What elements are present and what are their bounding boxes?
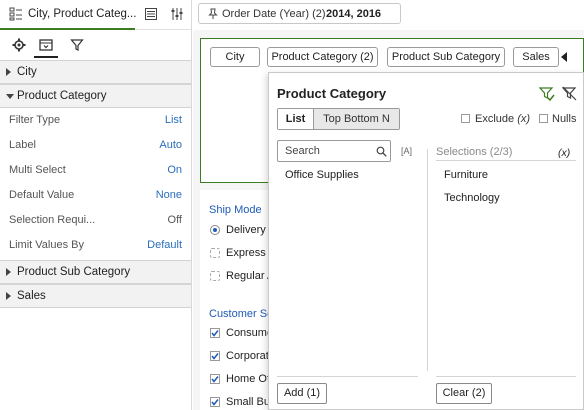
panel-header: City, Product Categ... [0, 0, 191, 30]
section-label: City [17, 66, 37, 78]
panel-title: City, Product Categ... [28, 8, 137, 20]
apply-filter-icon[interactable] [539, 86, 555, 102]
prop-multi-select: Multi Select On [0, 158, 191, 183]
selections-bottom-divider [436, 376, 576, 377]
active-tab-underline [0, 28, 135, 30]
chip-product-sub-category[interactable]: Product Sub Category [387, 47, 505, 67]
caret-right-icon [6, 268, 11, 276]
exclude-expression: (x) [517, 113, 531, 125]
search-icon [376, 146, 387, 157]
exclude-label: Exclude (x) [475, 113, 530, 125]
filter-value: 2014, 2016 [326, 8, 382, 20]
clear-button[interactable]: Clear (2) [436, 383, 492, 404]
nulls-label: Nulls [552, 113, 577, 125]
prop-value[interactable]: Auto [159, 139, 182, 151]
available-value[interactable]: Office Supplies [285, 169, 359, 181]
clear-filter-icon[interactable] [562, 86, 577, 101]
ship-mode-header: Ship Mode [209, 204, 262, 216]
caret-right-icon [6, 68, 11, 76]
chip-city[interactable]: City [210, 47, 260, 67]
filter-properties-panel: City, Product Categ... City Product Cate… [0, 0, 192, 410]
checkbox-checked-icon [210, 397, 220, 407]
toolbar-active-indicator [34, 56, 58, 58]
prop-key: Filter Type [9, 114, 61, 126]
checkbox-checked-icon [210, 351, 220, 361]
prop-default-value: Default Value None [0, 183, 191, 208]
sort-toggle-icon[interactable]: [A] [401, 146, 412, 156]
nulls-checkbox[interactable] [539, 114, 548, 123]
prop-value[interactable]: List [165, 114, 182, 126]
popup-title: Product Category [277, 86, 387, 101]
selections-header-divider [436, 160, 576, 161]
filter-list-icon[interactable] [9, 7, 23, 21]
section-label: Product Sub Category [17, 266, 131, 278]
list-view-icon[interactable] [144, 7, 158, 21]
prop-selection-required: Selection Requi... Off [0, 208, 191, 233]
chip-product-category[interactable]: Product Category (2) [267, 47, 378, 67]
prop-key: Selection Requi... [9, 214, 96, 226]
section-label: Product Category [17, 90, 107, 102]
prop-key: Label [9, 139, 36, 151]
radio-selected-icon [210, 225, 220, 235]
customer-segment-header: Customer Se [209, 308, 274, 320]
section-label: Sales [17, 290, 46, 302]
selections-expression-button[interactable]: (x) [558, 147, 570, 159]
column-divider [427, 149, 428, 371]
search-input[interactable] [278, 141, 372, 161]
funnel-icon[interactable] [70, 38, 84, 52]
filter-label: Order Date (Year) (2) [222, 8, 326, 20]
checkbox-checked-icon [210, 374, 220, 384]
gear-icon[interactable] [12, 38, 26, 52]
add-button[interactable]: Add (1) [277, 383, 327, 404]
tab-list[interactable]: List [278, 109, 314, 129]
prop-value[interactable]: Default [147, 239, 182, 251]
filter-mode-toggle: List Top Bottom N [277, 108, 400, 130]
selections-header: Selections (2/3) [436, 146, 513, 158]
panel-toolbar [0, 31, 191, 59]
prop-value[interactable]: On [167, 164, 182, 176]
section-city[interactable]: City [0, 60, 191, 84]
tooltip-view-icon[interactable] [39, 38, 53, 52]
caret-right-icon [6, 292, 11, 300]
product-category-filter-popup: Product Category List Top Bottom N Exclu… [268, 72, 584, 410]
radio-unselected-icon [210, 248, 220, 258]
chip-sales[interactable]: Sales [513, 47, 559, 67]
caret-down-icon [6, 94, 14, 99]
selected-value[interactable]: Furniture [444, 169, 488, 181]
filter-settings-icon[interactable] [170, 7, 184, 21]
prop-key: Limit Values By [9, 239, 84, 251]
tab-top-bottom-n[interactable]: Top Bottom N [314, 109, 399, 129]
prop-label: Label Auto [0, 133, 191, 158]
section-sales[interactable]: Sales [0, 284, 191, 308]
exclude-text: Exclude [475, 113, 515, 125]
checkbox-checked-icon [210, 328, 220, 338]
section-product-sub-category[interactable]: Product Sub Category [0, 260, 191, 284]
pin-icon[interactable] [207, 8, 219, 20]
scroll-left-icon [561, 52, 567, 62]
search-field[interactable] [277, 140, 391, 162]
order-date-filter[interactable]: Order Date (Year) (2) 2014, 2016 [198, 3, 401, 24]
exclude-checkbox[interactable] [461, 114, 470, 123]
prop-limit-values-by: Limit Values By Default [0, 233, 191, 258]
prop-key: Default Value [9, 189, 75, 201]
prop-filter-type: Filter Type List [0, 108, 191, 133]
prop-value[interactable]: Off [168, 214, 182, 226]
prop-value[interactable]: None [156, 189, 182, 201]
available-bottom-divider [277, 376, 418, 377]
chips-scroll-left-button[interactable] [557, 47, 573, 67]
radio-unselected-icon [210, 271, 220, 281]
section-product-category[interactable]: Product Category [0, 84, 191, 108]
prop-key: Multi Select [9, 164, 66, 176]
selected-value[interactable]: Technology [444, 192, 500, 204]
